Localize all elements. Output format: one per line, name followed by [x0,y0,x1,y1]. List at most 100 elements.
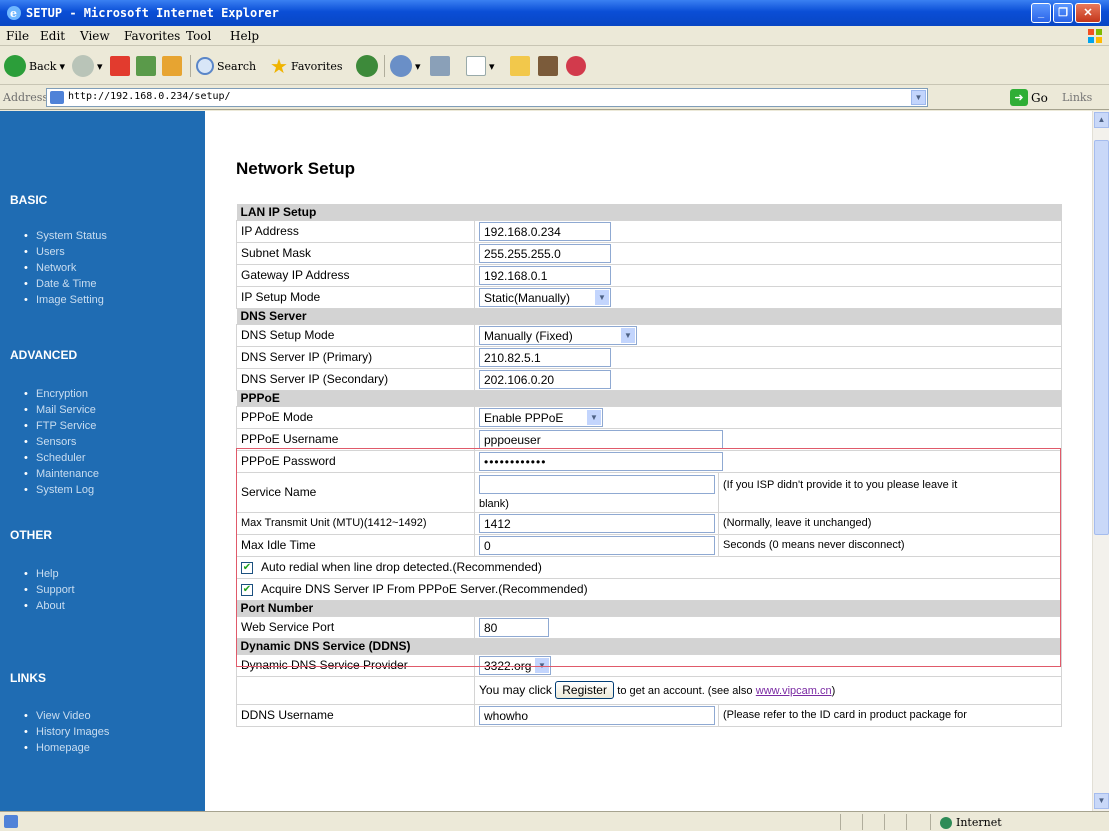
auto-redial-checkbox[interactable]: ✔ [241,561,253,574]
sidebar-item-homepage[interactable]: Homepage [24,742,90,754]
section-header-ddns: Dynamic DNS Service (DDNS) [236,638,1062,654]
pppoe-username-input[interactable]: pppoeuser [479,429,723,449]
table-row: PPPoE Mode Enable PPPoE ▼ [236,405,1063,429]
edit-button[interactable]: ▾ [466,52,495,80]
sidebar-item-view-video[interactable]: View Video [24,710,91,722]
main-content: Network Setup LAN IP Setup IP Address 19… [205,111,1092,811]
back-button[interactable]: Back ▾ [4,52,65,80]
window-title: SETUP - Microsoft Internet Explorer [26,6,279,20]
menu-favorites[interactable]: Favorites [124,29,180,43]
close-button[interactable]: ✕ [1075,3,1101,23]
sidebar-item-maintenance[interactable]: Maintenance [24,468,99,480]
history-button[interactable]: ▾ [390,52,421,80]
sidebar-item-help[interactable]: Help [24,568,58,580]
scroll-thumb[interactable] [1094,140,1109,535]
address-dropdown-icon[interactable]: ▼ [911,90,926,105]
sidebar-item-system-status[interactable]: System Status [24,230,107,242]
sidebar-item-sensors[interactable]: Sensors [24,436,76,448]
vertical-scrollbar[interactable]: ▲ ▼ [1092,111,1109,811]
table-row: Gateway IP Address 192.168.0.1 [236,263,1063,287]
page-viewport: BASIC System Status Users Network Date &… [0,111,1092,811]
sidebar-item-image-setting[interactable]: Image Setting [24,294,104,306]
menu-file[interactable]: File [6,29,29,43]
sidebar-heading-links: LINKS [10,671,46,685]
restore-button[interactable]: ❐ [1053,3,1073,23]
minimize-button[interactable]: _ [1031,3,1051,23]
sidebar-heading-basic: BASIC [10,193,48,207]
mtu-input[interactable]: 1412 [479,513,715,533]
ddns-username-note: (Please refer to the ID card in product … [717,703,1063,727]
refresh-icon [136,56,156,76]
ip-address-label: IP Address [236,219,475,243]
ip-address-input[interactable]: 192.168.0.234 [479,221,611,241]
network-setup-table: LAN IP Setup IP Address 192.168.0.234 Su… [235,204,1063,727]
forward-arrow-icon [72,55,94,77]
stop-button[interactable] [110,52,130,80]
sidebar-item-network[interactable]: Network [24,262,76,274]
web-service-port-input[interactable]: 80 [479,617,549,637]
table-row: PPPoE Password •••••••••••• [236,449,1063,473]
sidebar-item-system-log[interactable]: System Log [24,484,94,496]
folder-icon [510,56,530,76]
ip-setup-mode-select[interactable]: Static(Manually) ▼ [479,287,611,307]
back-dropdown-icon[interactable]: ▾ [59,60,65,73]
stop-icon [110,56,130,76]
vipcam-link[interactable]: www.vipcam.cn [756,685,832,697]
table-row: IP Setup Mode Static(Manually) ▼ [236,285,1063,309]
edit-icon [466,56,486,76]
pppoe-mode-select[interactable]: Enable PPPoE ▼ [479,407,603,427]
sidebar-item-encryption[interactable]: Encryption [24,388,88,400]
service-note-continued: blank) [479,497,509,510]
media-button[interactable] [356,52,378,80]
address-input[interactable]: http://192.168.0.234/setup/ ▼ [46,88,928,107]
pppoe-password-input[interactable]: •••••••••••• [479,451,723,471]
sidebar-item-date-time[interactable]: Date & Time [24,278,96,290]
acquire-dns-checkbox[interactable]: ✔ [241,583,253,596]
table-row: PPPoE Username pppoeuser [236,427,1063,451]
max-idle-input[interactable]: 0 [479,535,715,555]
sidebar-item-mail-service[interactable]: Mail Service [24,404,96,416]
search-button[interactable]: Search [196,52,256,80]
print-button[interactable] [430,52,450,80]
refresh-button[interactable] [136,52,156,80]
dns-primary-input[interactable]: 210.82.5.1 [479,347,611,367]
forward-button[interactable]: ▾ [72,52,103,80]
ddns-provider-label: Dynamic DNS Service Provider [236,653,475,677]
sidebar-item-history-images[interactable]: History Images [24,726,109,738]
address-bar: Address http://192.168.0.234/setup/ ▼ ➜ … [0,86,1109,110]
menu-edit[interactable]: Edit [40,29,65,43]
menu-tool[interactable]: Tool [186,29,211,43]
security-zone: Internet [940,816,1002,829]
ddns-provider-value: 3322.org [484,658,532,673]
links-button[interactable]: Links [1062,91,1092,104]
sidebar-item-support[interactable]: Support [24,584,74,596]
sidebar-item-users[interactable]: Users [24,246,65,258]
home-button[interactable] [162,52,182,80]
history-icon [390,55,412,77]
sidebar-item-scheduler[interactable]: Scheduler [24,452,85,464]
scroll-up-icon[interactable]: ▲ [1094,112,1109,128]
pppoe-mode-value: Enable PPPoE [484,410,564,425]
dns-secondary-input[interactable]: 202.106.0.20 [479,369,611,389]
messenger-button[interactable] [566,52,586,80]
folder-button[interactable] [510,52,530,80]
gateway-input[interactable]: 192.168.0.1 [479,265,611,285]
menu-view[interactable]: View [80,29,110,43]
register-button[interactable]: Register [555,681,614,699]
page-title: Network Setup [236,159,356,178]
sidebar-item-ftp-service[interactable]: FTP Service [24,420,96,432]
go-button[interactable]: ➜ Go [1010,89,1048,106]
ddns-username-input[interactable]: whowho [479,705,715,725]
subnet-mask-input[interactable]: 255.255.255.0 [479,243,611,263]
zone-label: Internet [956,816,1002,829]
dns-setup-mode-select[interactable]: Manually (Fixed) ▼ [479,325,637,345]
research-button[interactable] [538,52,558,80]
scroll-down-icon[interactable]: ▼ [1094,793,1109,809]
service-name-input[interactable] [479,474,715,494]
table-row: DNS Server IP (Primary) 210.82.5.1 [236,345,1063,369]
ddns-provider-select[interactable]: 3322.org ▼ [479,655,551,675]
home-icon [162,56,182,76]
menu-help[interactable]: Help [230,29,259,43]
favorites-button[interactable]: ★ Favorites [270,52,343,80]
sidebar-item-about[interactable]: About [24,600,65,612]
